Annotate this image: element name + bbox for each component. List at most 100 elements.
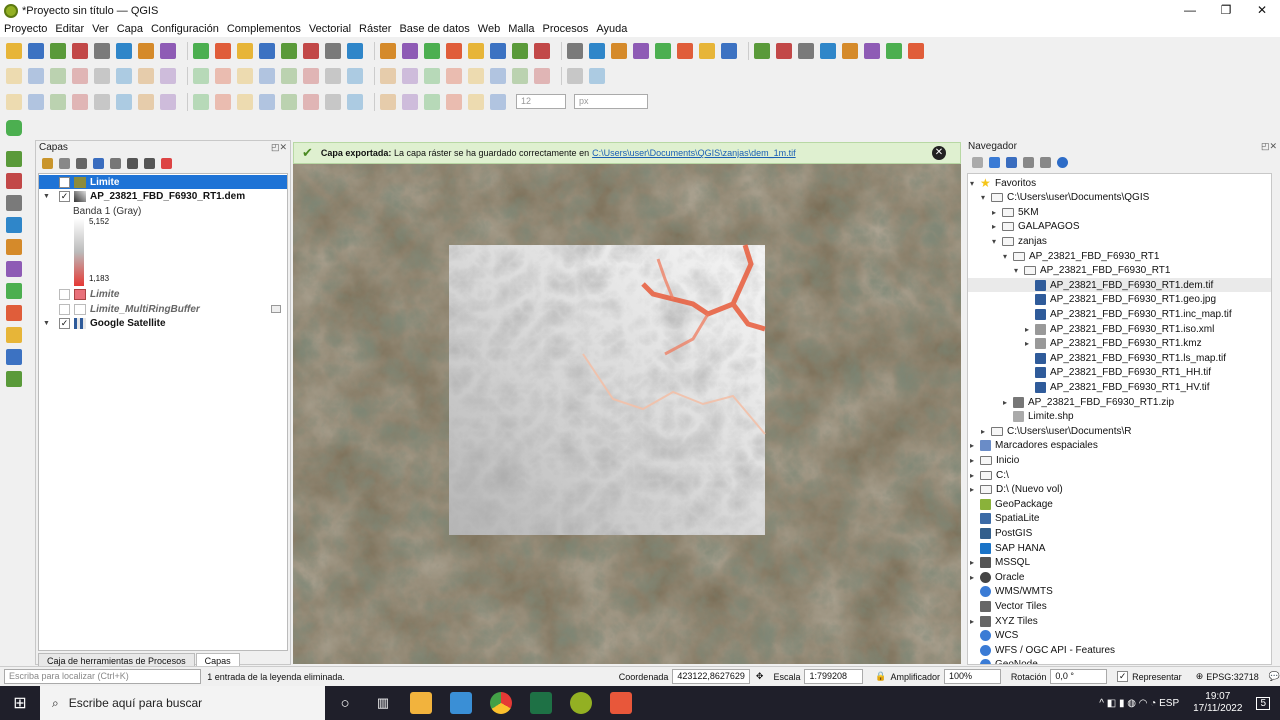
advanced-edit-tool-icon[interactable] <box>402 93 418 110</box>
expand-arrow-icon[interactable]: ▸ <box>970 441 980 450</box>
menu-item[interactable]: Proyecto <box>4 23 47 35</box>
browser-item[interactable]: ▾ AP_23821_FBD_F6930_RT1 <box>968 264 1271 278</box>
layer-checkbox[interactable]: ✓ <box>59 190 70 202</box>
browser-item[interactable]: GeoNode <box>968 658 1271 664</box>
advanced-edit-tool-icon[interactable] <box>215 93 231 110</box>
map-tool-icon[interactable] <box>424 42 440 59</box>
browser-item[interactable]: ▸ GALAPAGOS <box>968 220 1271 234</box>
filter-icon[interactable] <box>1006 156 1017 168</box>
map-tool-icon[interactable] <box>677 42 693 59</box>
digitize-tool-icon[interactable] <box>259 67 275 84</box>
expand-arrow-icon[interactable]: ▼ <box>43 193 53 200</box>
browser-item[interactable]: AP_23821_FBD_F6930_RT1_HV.tif <box>968 380 1271 394</box>
menu-item[interactable]: Procesos <box>543 23 589 35</box>
map-tool-icon[interactable] <box>534 42 550 59</box>
browser-item[interactable]: SAP HANA <box>968 541 1271 555</box>
add-layer-tool-icon[interactable] <box>6 195 22 211</box>
add-layer-tool-icon[interactable] <box>6 261 22 277</box>
digitize-tool-icon[interactable] <box>237 67 253 84</box>
map-tool-icon[interactable] <box>94 42 110 59</box>
map-tool-icon[interactable] <box>193 42 209 59</box>
map-tool-icon[interactable] <box>842 42 858 59</box>
magnifier-field[interactable]: 100% <box>944 669 1001 684</box>
add-layer-tool-icon[interactable] <box>6 217 22 233</box>
digitize-tool-icon[interactable] <box>347 67 363 84</box>
map-tool-icon[interactable] <box>490 42 506 59</box>
panel-close-icon[interactable]: ◰✕ <box>271 142 287 153</box>
map-tool-icon[interactable] <box>820 42 836 59</box>
browser-item[interactable]: SpatiaLite <box>968 512 1271 526</box>
message-close-icon[interactable]: ✕ <box>932 146 946 160</box>
map-tool-icon[interactable] <box>886 42 902 59</box>
menu-item[interactable]: Capa <box>117 23 143 35</box>
browser-item[interactable]: PostGIS <box>968 526 1271 540</box>
expand-arrow-icon[interactable]: ▸ <box>970 485 980 494</box>
maximize-button[interactable]: ❐ <box>1208 0 1244 21</box>
map-tool-icon[interactable] <box>259 42 275 59</box>
app-icon[interactable] <box>450 692 472 714</box>
digitize-tool-icon[interactable] <box>193 67 209 84</box>
map-tool-icon[interactable] <box>28 42 44 59</box>
advanced-edit-tool-icon[interactable] <box>116 93 132 110</box>
add-group-icon[interactable] <box>59 157 70 169</box>
browser-item[interactable]: AP_23821_FBD_F6930_RT1.dem.tif <box>968 278 1271 293</box>
style-icon[interactable] <box>42 157 53 169</box>
digitize-tool-icon[interactable] <box>6 67 22 84</box>
map-tool-icon[interactable] <box>567 42 583 59</box>
unit-select[interactable]: px <box>574 94 648 109</box>
browser-item[interactable]: ▸ C:\Users\user\Documents\R <box>968 424 1271 438</box>
add-layer-tool-icon[interactable] <box>6 327 22 343</box>
windows-start-icon[interactable]: ⊞ <box>0 693 40 713</box>
layer-checkbox[interactable] <box>59 288 70 300</box>
browser-item[interactable]: AP_23821_FBD_F6930_RT1.inc_map.tif <box>968 307 1271 321</box>
map-tool-icon[interactable] <box>699 42 715 59</box>
browser-item[interactable]: AP_23821_FBD_F6930_RT1.geo.jpg <box>968 293 1271 307</box>
advanced-edit-tool-icon[interactable] <box>138 93 154 110</box>
recorder-icon[interactable] <box>610 692 632 714</box>
task-view-icon[interactable]: ▥ <box>365 695 401 711</box>
map-tool-icon[interactable] <box>72 42 88 59</box>
filter-icon[interactable] <box>93 157 104 169</box>
extents-toggle-icon[interactable]: ✥ <box>756 671 764 682</box>
browser-item[interactable]: ▸ Marcadores espaciales <box>968 439 1271 453</box>
menu-item[interactable]: Ráster <box>359 23 391 35</box>
map-tool-icon[interactable] <box>468 42 484 59</box>
advanced-edit-tool-icon[interactable] <box>325 93 341 110</box>
digitize-tool-icon[interactable] <box>567 67 583 84</box>
scale-field[interactable]: 1:799208 <box>804 669 864 684</box>
expand-arrow-icon[interactable]: ▼ <box>43 320 53 327</box>
map-canvas[interactable] <box>293 164 961 664</box>
browser-item[interactable]: ▸ XYZ Tiles <box>968 614 1271 628</box>
map-tool-icon[interactable] <box>908 42 924 59</box>
expand-arrow-icon[interactable]: ▾ <box>992 237 1002 246</box>
map-tool-icon[interactable] <box>50 42 66 59</box>
map-tool-icon[interactable] <box>325 42 341 59</box>
map-tool-icon[interactable] <box>864 42 880 59</box>
expand-arrow-icon[interactable]: ▸ <box>970 573 980 582</box>
advanced-edit-tool-icon[interactable] <box>237 93 253 110</box>
advanced-edit-tool-icon[interactable] <box>50 93 66 110</box>
digitize-tool-icon[interactable] <box>380 67 396 84</box>
remove-layer-icon[interactable] <box>161 157 172 169</box>
add-layer-tool-icon[interactable] <box>6 283 22 299</box>
browser-item[interactable]: WMS/WMTS <box>968 585 1271 599</box>
render-checkbox[interactable]: ✓ <box>1117 671 1129 682</box>
menu-item[interactable]: Base de datos <box>399 23 469 35</box>
layer-row-dem[interactable]: ▼ ✓ AP_23821_FBD_F6930_RT1.dem <box>39 189 245 203</box>
add-layer-tool-icon[interactable] <box>6 305 22 321</box>
browser-item[interactable]: WFS / OGC API - Features <box>968 643 1271 657</box>
excel-icon[interactable] <box>530 692 552 714</box>
messages-icon[interactable]: 💬 <box>1269 671 1280 682</box>
map-tool-icon[interactable] <box>633 42 649 59</box>
message-file-link[interactable]: C:\Users\user\Documents\QGIS\zanjas\dem_… <box>592 148 796 158</box>
qgis-taskbar-icon[interactable] <box>570 692 592 714</box>
layer-checkbox[interactable] <box>59 303 70 315</box>
browser-item[interactable]: ▸ AP_23821_FBD_F6930_RT1.kmz <box>968 337 1271 351</box>
notifications-icon[interactable]: 5 <box>1256 696 1270 710</box>
advanced-edit-tool-icon[interactable] <box>160 93 176 110</box>
add-selected-icon[interactable] <box>972 156 983 168</box>
map-tool-icon[interactable] <box>160 42 176 59</box>
add-layer-tool-icon[interactable] <box>6 371 22 387</box>
map-tool-icon[interactable] <box>237 42 253 59</box>
map-tool-icon[interactable] <box>303 42 319 59</box>
